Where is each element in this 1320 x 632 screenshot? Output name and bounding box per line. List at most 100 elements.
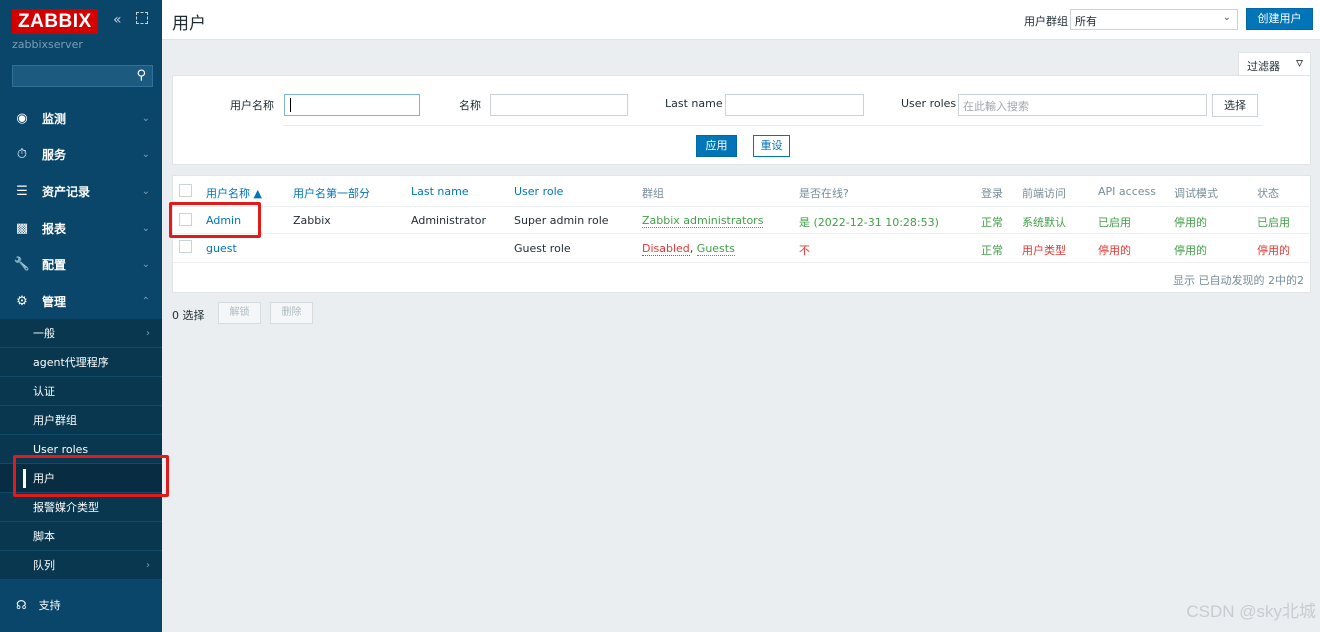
column-header-username[interactable]: 用户名称 ▲	[206, 185, 262, 201]
menu-label: 资产记录	[42, 184, 91, 199]
debug-mode-cell: 停用的	[1174, 216, 1207, 229]
clock-icon: ⏱	[16, 146, 28, 162]
main-content: 用户 用户群组 所有 ⌄ 创建用户 过滤器 ▿ 用户名称 名称 Last nam…	[162, 0, 1320, 632]
column-header-debug-mode: 调试模式	[1174, 187, 1218, 200]
username-filter-input[interactable]	[284, 94, 420, 116]
gear-icon: ⚙	[16, 293, 28, 309]
reset-filter-button[interactable]: 重设	[753, 135, 790, 157]
username-link[interactable]: Admin	[206, 214, 241, 227]
chevron-down-icon: ⌄	[141, 148, 150, 160]
name-filter-input[interactable]	[490, 94, 628, 116]
username-link[interactable]: guest	[206, 242, 237, 255]
menu-configuration[interactable]: 🔧 配置 ⌄	[0, 246, 162, 282]
submenu-label: 脚本	[33, 530, 55, 543]
menu-monitoring[interactable]: ◉ 监测 ⌄	[0, 100, 162, 136]
users-table: 用户名称 ▲ 用户名第一部分 Last name User role 群组 是否…	[172, 175, 1311, 293]
submenu-item-user-groups[interactable]: 用户群组	[0, 406, 162, 435]
funnel-icon: ▿	[1295, 55, 1303, 71]
list-icon: ☰	[16, 183, 28, 199]
filter-tab-label: 过滤器	[1247, 60, 1280, 73]
create-user-button[interactable]: 创建用户	[1246, 8, 1313, 30]
menu-inventory[interactable]: ☰ 资产记录 ⌄	[0, 173, 162, 209]
user-group-value: 所有	[1075, 15, 1097, 28]
support-link[interactable]: ☊ 支持	[0, 590, 162, 620]
text-caret	[290, 98, 291, 112]
group-link[interactable]: Disabled	[642, 242, 690, 256]
column-header-login: 登录	[981, 187, 1003, 200]
page-title: 用户	[172, 14, 206, 34]
frontend-access-cell: 系统默认	[1022, 216, 1066, 229]
user-role-cell: Super admin role	[514, 214, 609, 227]
last-name-cell: Administrator	[411, 214, 486, 227]
select-roles-button[interactable]: 选择	[1212, 94, 1258, 117]
sidebar: ZABBIX « zabbixserver ⚲ ◉ 监测 ⌄ ⏱ 服务 ⌄ ☰ …	[0, 0, 162, 632]
filter-divider	[283, 125, 1263, 126]
submenu-label: agent代理程序	[33, 356, 109, 369]
status-link[interactable]: 已启用	[1257, 214, 1290, 230]
delete-button[interactable]: 删除	[270, 302, 313, 324]
server-name: zabbixserver	[12, 38, 83, 51]
submenu-label: 用户群组	[33, 414, 77, 427]
menu-label: 服务	[42, 147, 67, 162]
submenu-label: User roles	[33, 443, 89, 456]
select-all-checkbox[interactable]	[179, 184, 192, 197]
submenu-item-queue[interactable]: 队列 ›	[0, 551, 162, 580]
menu-label: 报表	[42, 221, 67, 236]
chevron-down-icon: ⌄	[141, 258, 150, 270]
watermark: CSDN @sky北城	[1186, 602, 1316, 621]
kiosk-mode-icon[interactable]	[136, 12, 148, 24]
submenu-item-proxies[interactable]: agent代理程序	[0, 348, 162, 377]
bar-chart-icon: ▩	[15, 220, 29, 236]
filter-tab[interactable]: 过滤器 ▿	[1238, 52, 1311, 76]
menu-reports[interactable]: ▩ 报表 ⌄	[0, 210, 162, 246]
lastname-filter-input[interactable]	[725, 94, 864, 116]
user-roles-filter-input[interactable]: 在此輸入搜索	[958, 94, 1207, 116]
menu-label: 配置	[42, 257, 67, 272]
row-checkbox[interactable]	[179, 240, 192, 253]
submenu-label: 队列	[33, 559, 55, 572]
column-header-status: 状态	[1257, 187, 1279, 200]
frontend-access-cell: 用户类型	[1022, 244, 1066, 257]
column-header-frontend-access: 前端访问	[1022, 187, 1066, 200]
menu-services[interactable]: ⏱ 服务 ⌄	[0, 136, 162, 172]
submenu-label: 用户	[33, 472, 55, 485]
chevron-down-icon: ⌄	[1222, 12, 1231, 23]
row-checkbox[interactable]	[179, 213, 192, 226]
unblock-button[interactable]: 解锁	[218, 302, 261, 324]
submenu-item-user-roles[interactable]: User roles	[0, 435, 162, 464]
chevron-down-icon: ⌄	[141, 112, 150, 124]
column-header-first-name[interactable]: 用户名第一部分	[293, 185, 370, 201]
submenu-item-users[interactable]: 用户	[0, 464, 162, 493]
user-roles-filter-label: User roles	[901, 97, 957, 110]
column-header-user-role[interactable]: User role	[514, 185, 563, 198]
group-link[interactable]: Zabbix administrators	[642, 214, 764, 228]
administration-submenu: 一般 › agent代理程序 认证 用户群组 User roles 用户 报警媒…	[0, 319, 162, 580]
header-bar: 用户 用户群组 所有 ⌄ 创建用户	[162, 0, 1320, 40]
logo-area: ZABBIX	[12, 8, 98, 34]
menu-label: 监测	[42, 111, 67, 126]
user-group-select[interactable]: 所有 ⌄	[1070, 9, 1238, 30]
column-header-online: 是否在线?	[799, 187, 849, 200]
search-icon[interactable]: ⚲	[136, 68, 146, 83]
submenu-label: 认证	[33, 385, 55, 398]
status-link[interactable]: 停用的	[1257, 242, 1290, 258]
api-access-cell: 已启用	[1098, 216, 1131, 229]
submenu-item-media-types[interactable]: 报警媒介类型	[0, 493, 162, 522]
chevron-up-icon: ⌃	[141, 295, 150, 307]
online-status-cell: 是 (2022-12-31 10:28:53)	[799, 216, 939, 229]
menu-administration[interactable]: ⚙ 管理 ⌃	[0, 283, 162, 319]
column-header-last-name[interactable]: Last name	[411, 185, 469, 198]
submenu-item-authentication[interactable]: 认证	[0, 377, 162, 406]
group-link[interactable]: Guests	[696, 242, 735, 256]
sidebar-search-input[interactable]: ⚲	[12, 65, 153, 87]
wrench-icon: 🔧	[13, 256, 31, 272]
submenu-item-scripts[interactable]: 脚本	[0, 522, 162, 551]
groups-cell: Disabled, Guests	[642, 242, 735, 256]
submenu-item-general[interactable]: 一般 ›	[0, 319, 162, 348]
collapse-sidebar-icon[interactable]: «	[113, 12, 122, 28]
eye-icon: ◉	[16, 110, 28, 126]
apply-filter-button[interactable]: 应用	[696, 135, 737, 157]
row-divider	[173, 233, 1310, 234]
zabbix-logo[interactable]: ZABBIX	[12, 8, 98, 34]
support-label: 支持	[38, 599, 61, 612]
